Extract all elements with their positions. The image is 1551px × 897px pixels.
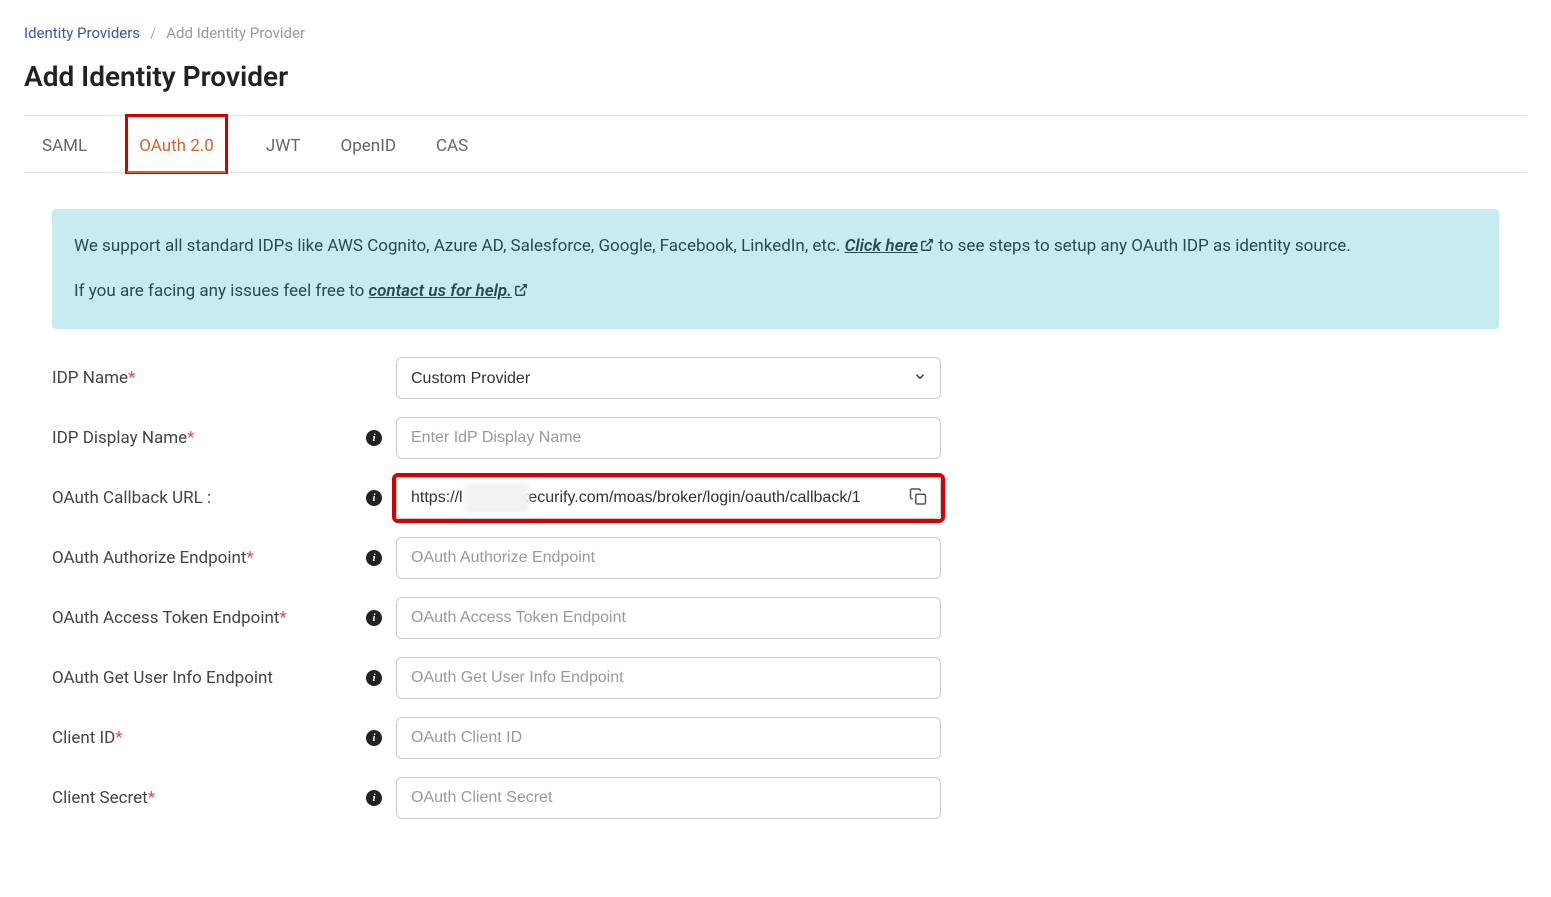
info-icon[interactable]: i <box>366 610 382 626</box>
callback-url-highlight <box>396 477 941 519</box>
banner-link-click-here[interactable]: Click here <box>845 236 935 256</box>
breadcrumb-current: Add Identity Provider <box>166 24 305 42</box>
content-area: We support all standard IDPs like AWS Co… <box>24 173 1527 819</box>
tab-saml[interactable]: SAML <box>42 116 87 172</box>
breadcrumb-root-link[interactable]: Identity Providers <box>24 24 140 42</box>
row-client-secret: Client Secret* i <box>52 777 1499 819</box>
input-token-endpoint[interactable] <box>396 597 941 639</box>
page-title: Add Identity Provider <box>24 60 1527 93</box>
label-client-id: Client ID* <box>52 728 352 748</box>
row-userinfo-endpoint: OAuth Get User Info Endpoint i <box>52 657 1499 699</box>
external-link-icon <box>920 238 934 252</box>
input-callback-url[interactable] <box>396 477 941 519</box>
input-client-id[interactable] <box>396 717 941 759</box>
label-token-endpoint: OAuth Access Token Endpoint* <box>52 608 352 628</box>
row-client-id: Client ID* i <box>52 717 1499 759</box>
input-client-secret[interactable] <box>396 777 941 819</box>
label-authorize-endpoint: OAuth Authorize Endpoint* <box>52 548 352 568</box>
tab-openid[interactable]: OpenID <box>341 116 396 172</box>
label-userinfo-endpoint: OAuth Get User Info Endpoint <box>52 668 352 688</box>
row-idp-name: IDP Name* Custom Provider <box>52 357 1499 399</box>
tab-cas[interactable]: CAS <box>436 116 468 172</box>
input-authorize-endpoint[interactable] <box>396 537 941 579</box>
tabs: SAML OAuth 2.0 JWT OpenID CAS <box>24 116 1527 173</box>
copy-button[interactable] <box>905 484 931 513</box>
input-idp-display-name[interactable] <box>396 417 941 459</box>
info-icon[interactable]: i <box>366 670 382 686</box>
breadcrumb-separator: / <box>150 24 156 42</box>
banner-text-1b: to see steps to setup any OAuth IDP as i… <box>934 236 1351 256</box>
row-callback-url: OAuth Callback URL : i <box>52 477 1499 519</box>
copy-icon <box>909 488 927 506</box>
row-idp-display-name: IDP Display Name* i <box>52 417 1499 459</box>
tab-jwt[interactable]: JWT <box>266 116 301 172</box>
info-icon[interactable]: i <box>366 730 382 746</box>
banner-text-2a: If you are facing any issues feel free t… <box>74 281 369 301</box>
banner-link-contact[interactable]: contact us for help. <box>369 281 528 301</box>
select-idp-name[interactable]: Custom Provider <box>396 357 941 399</box>
row-authorize-endpoint: OAuth Authorize Endpoint* i <box>52 537 1499 579</box>
info-icon[interactable]: i <box>366 550 382 566</box>
label-callback-url: OAuth Callback URL : <box>52 488 352 508</box>
banner-text-1a: We support all standard IDPs like AWS Co… <box>74 236 845 256</box>
info-icon[interactable]: i <box>366 430 382 446</box>
label-client-secret: Client Secret* <box>52 788 352 808</box>
breadcrumb: Identity Providers / Add Identity Provid… <box>24 24 1527 42</box>
label-idp-name: IDP Name* <box>52 368 352 388</box>
label-idp-display-name: IDP Display Name* <box>52 428 352 448</box>
input-userinfo-endpoint[interactable] <box>396 657 941 699</box>
info-icon[interactable]: i <box>366 790 382 806</box>
info-banner: We support all standard IDPs like AWS Co… <box>52 209 1499 329</box>
info-icon[interactable]: i <box>366 490 382 506</box>
external-link-icon <box>514 283 528 297</box>
row-token-endpoint: OAuth Access Token Endpoint* i <box>52 597 1499 639</box>
tab-oauth[interactable]: OAuth 2.0 <box>127 116 226 172</box>
